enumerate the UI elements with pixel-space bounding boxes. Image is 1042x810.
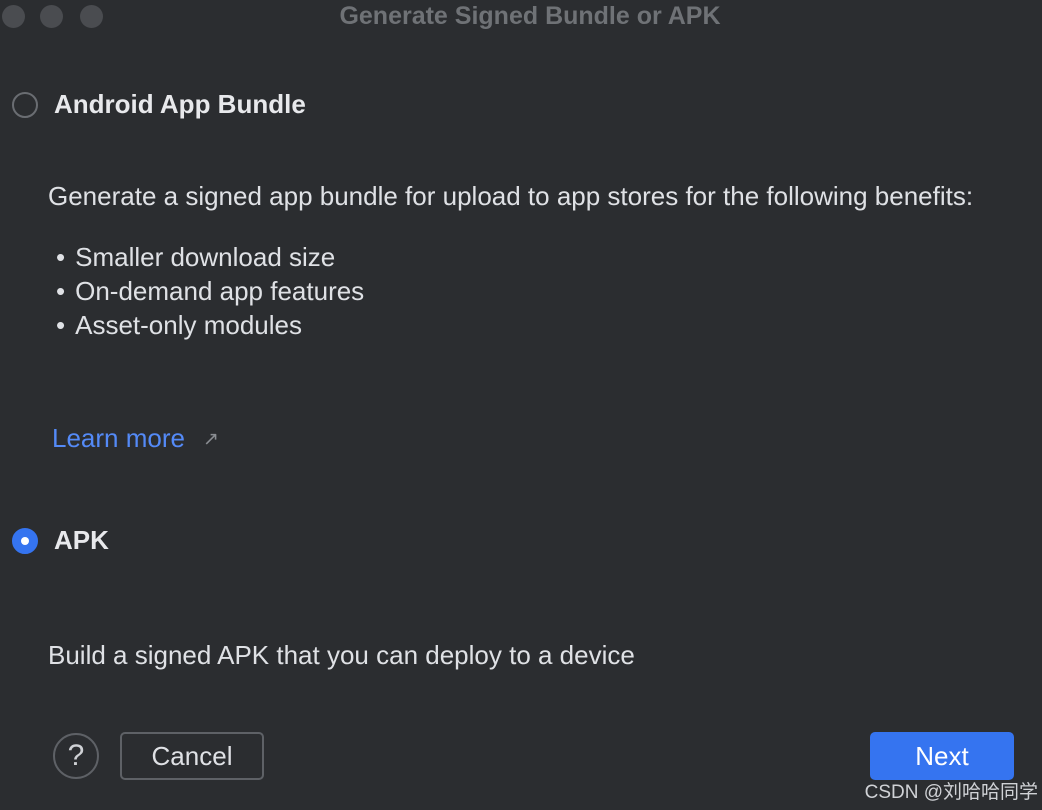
cancel-button[interactable]: Cancel [120,732,264,780]
title-bar: Generate Signed Bundle or APK [0,0,1042,32]
list-item: Smaller download size [56,240,364,274]
watermark-text: CSDN @刘哈哈同学 [864,782,1038,803]
apk-description: Build a signed APK that you can deploy t… [48,640,635,670]
next-button[interactable]: Next [870,732,1014,780]
learn-more-link[interactable]: Learn more [52,423,185,454]
list-item: Asset-only modules [56,308,364,342]
window-title: Generate Signed Bundle or APK [339,2,721,30]
list-item: On-demand app features [56,274,364,308]
android-app-bundle-radio[interactable] [12,92,38,118]
external-link-icon: ↗ [203,429,219,450]
bundle-description: Generate a signed app bundle for upload … [48,181,974,211]
help-button[interactable]: ? [53,733,99,779]
apk-label[interactable]: APK [54,525,109,556]
bundle-benefits-list: Smaller download size On-demand app feat… [56,240,364,342]
apk-radio[interactable] [12,528,38,554]
android-app-bundle-label[interactable]: Android App Bundle [54,89,306,120]
